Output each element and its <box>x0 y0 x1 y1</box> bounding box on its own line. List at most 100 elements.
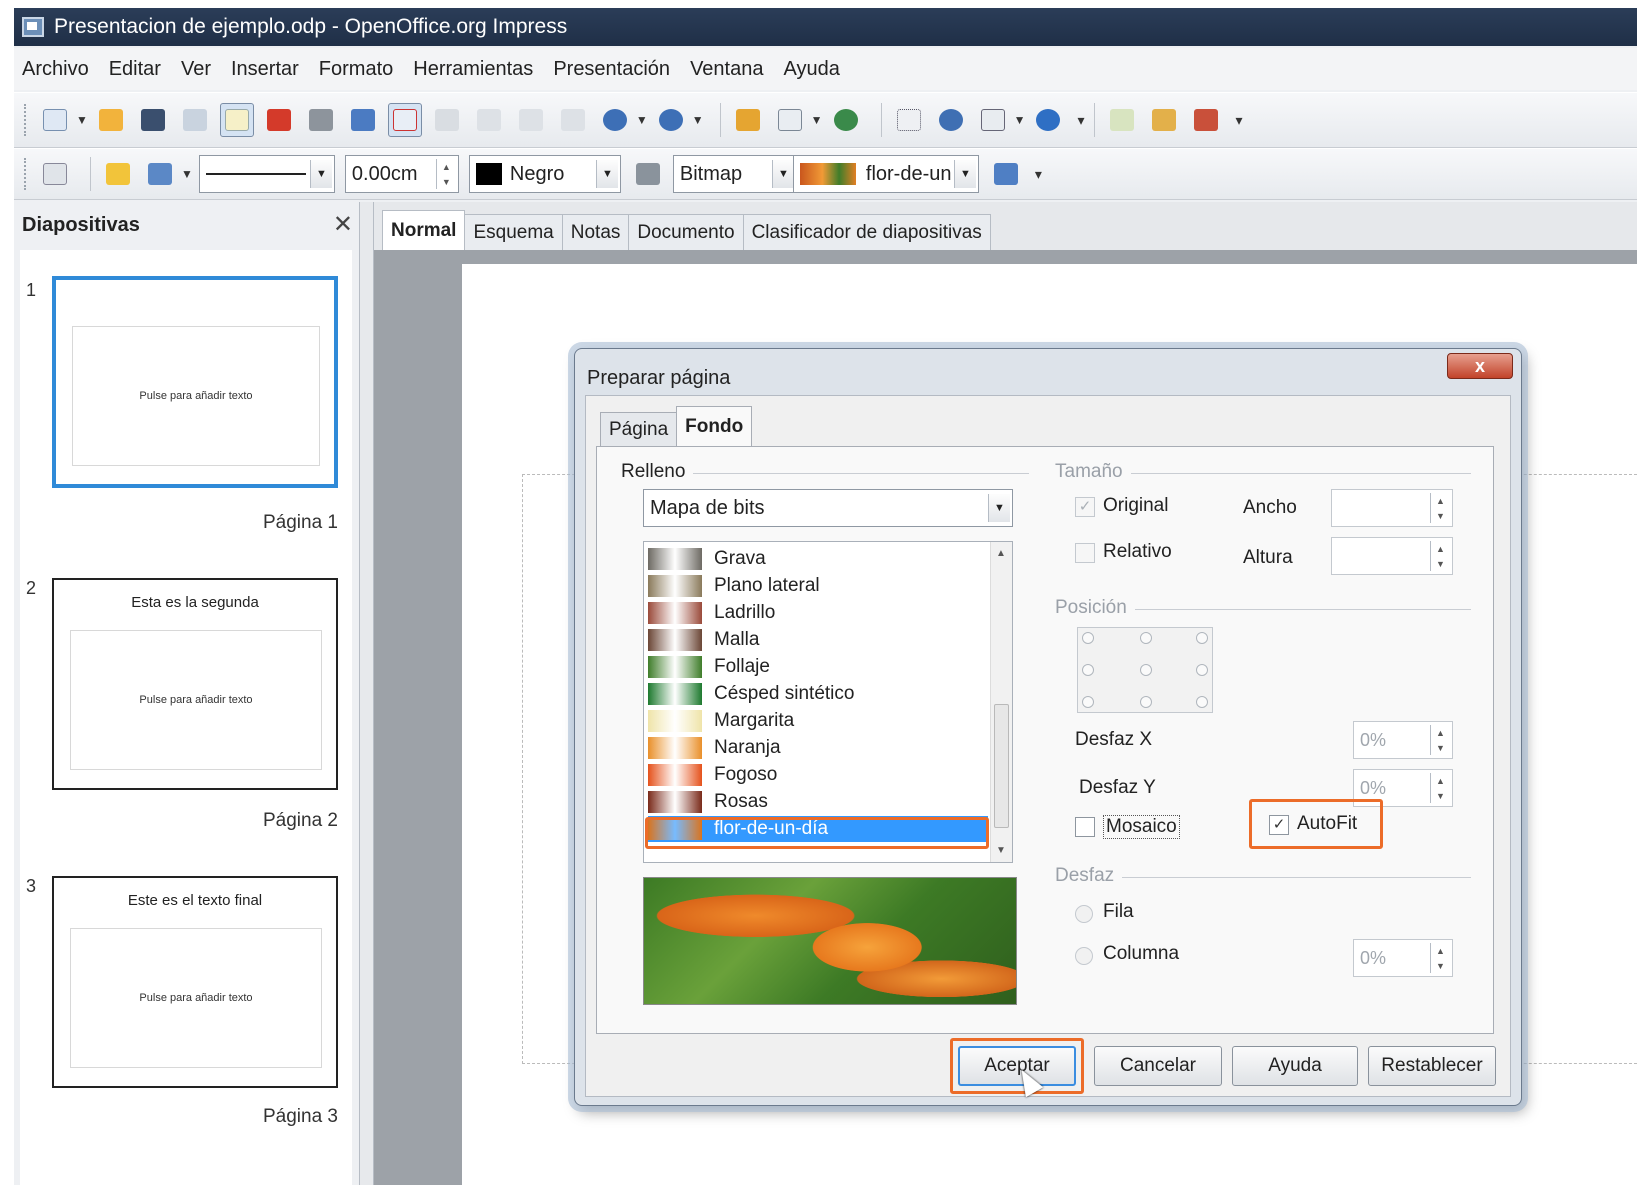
bitmap-list-item[interactable]: Rosas <box>648 789 988 815</box>
table-dropdown-icon[interactable]: ▼ <box>811 113 823 127</box>
menu-presentacion[interactable]: Presentación <box>553 58 670 81</box>
scroll-up-icon[interactable]: ▲ <box>996 548 1006 559</box>
spin-arrows-icon[interactable]: ▲ ▼ <box>435 159 456 189</box>
pane-splitter[interactable] <box>360 202 374 1185</box>
relative-checkbox[interactable] <box>1075 543 1095 563</box>
tab-documento[interactable]: Documento <box>628 214 744 250</box>
bitmap-list-item[interactable]: Ladrillo <box>648 600 988 626</box>
bitmap-list-item[interactable]: Fogoso <box>648 762 988 788</box>
hyperlink-button[interactable] <box>829 103 863 137</box>
spin-arrows-icon[interactable]: ▲ ▼ <box>1430 943 1450 973</box>
row-radio[interactable] <box>1075 905 1093 923</box>
list-scrollbar[interactable]: ▲ ▼ <box>990 542 1012 862</box>
print-button[interactable] <box>304 103 338 137</box>
menu-herramientas[interactable]: Herramientas <box>413 58 533 81</box>
styles-button[interactable] <box>38 157 72 191</box>
undo-button[interactable] <box>598 103 632 137</box>
navigator-button[interactable] <box>934 103 968 137</box>
chevron-down-icon[interactable]: ▼ <box>953 160 976 188</box>
spin-arrows-icon[interactable]: ▲ ▼ <box>1430 725 1450 755</box>
scroll-thumb[interactable] <box>994 704 1009 828</box>
area-button[interactable] <box>631 157 665 191</box>
fill-type-select[interactable]: Mapa de bits ▼ <box>643 489 1013 527</box>
menu-ver[interactable]: Ver <box>181 58 211 81</box>
toolbar-grip[interactable] <box>24 158 28 190</box>
close-icon[interactable]: ✕ <box>333 210 353 239</box>
column-offset-field[interactable]: 0% ▲ ▼ <box>1353 939 1453 977</box>
position-selector[interactable] <box>1077 627 1213 713</box>
toolbar-overflow-icon[interactable]: ▾ <box>1077 112 1084 129</box>
bitmap-list-item[interactable]: Plano lateral <box>648 573 988 599</box>
tab-notas[interactable]: Notas <box>561 214 630 250</box>
chevron-down-icon[interactable]: ▼ <box>309 160 332 188</box>
line-color-select[interactable]: Negro ▼ <box>468 155 621 193</box>
line-style-select[interactable]: ▼ <box>198 155 335 193</box>
spin-arrows-icon[interactable]: ▲ ▼ <box>1430 773 1450 803</box>
cut-button[interactable] <box>430 103 464 137</box>
width-field[interactable]: ▲ ▼ <box>1331 489 1453 527</box>
menu-ventana[interactable]: Ventana <box>690 58 763 81</box>
zoom-button[interactable] <box>976 103 1010 137</box>
copy-button[interactable] <box>472 103 506 137</box>
scroll-down-icon[interactable]: ▼ <box>996 845 1006 856</box>
slideshow-button[interactable] <box>1189 103 1223 137</box>
redo-dropdown-icon[interactable]: ▼ <box>692 113 704 127</box>
line-button[interactable] <box>101 157 135 191</box>
offset-x-field[interactable]: 0% ▲ ▼ <box>1353 721 1453 759</box>
spin-arrows-icon[interactable]: ▲ ▼ <box>1430 541 1450 571</box>
bitmap-list-item[interactable]: Césped sintético <box>648 681 988 707</box>
menu-insertar[interactable]: Insertar <box>231 58 299 81</box>
edit-mode-button[interactable] <box>219 103 254 137</box>
bitmap-list-item[interactable]: Malla <box>648 627 988 653</box>
bitmap-list-item[interactable]: Naranja <box>648 735 988 761</box>
menu-formato[interactable]: Formato <box>319 58 393 81</box>
new-dropdown-icon[interactable]: ▼ <box>76 113 88 127</box>
undo-dropdown-icon[interactable]: ▼ <box>636 113 648 127</box>
table-button[interactable] <box>773 103 807 137</box>
chevron-down-icon[interactable]: ▼ <box>988 494 1010 522</box>
column-radio[interactable] <box>1075 947 1093 965</box>
arrow-style-button[interactable] <box>143 157 177 191</box>
paste-button[interactable] <box>514 103 548 137</box>
tab-pagina[interactable]: Página <box>600 412 678 446</box>
shadow-button[interactable] <box>989 157 1023 191</box>
height-field[interactable]: ▲ ▼ <box>1331 537 1453 575</box>
bitmap-list-item[interactable]: Grava <box>648 546 988 572</box>
position-point[interactable] <box>1196 632 1208 644</box>
slide-thumbnail-2[interactable]: Esta es la segunda Pulse para añadir tex… <box>52 578 338 790</box>
cancel-button[interactable]: Cancelar <box>1094 1046 1222 1086</box>
position-point[interactable] <box>1082 632 1094 644</box>
save-button[interactable] <box>136 103 170 137</box>
spellcheck-button[interactable] <box>346 103 380 137</box>
menu-ayuda[interactable]: Ayuda <box>783 58 839 81</box>
email-button[interactable] <box>178 103 212 137</box>
toolbar-overflow-icon[interactable]: ▾ <box>1035 166 1042 183</box>
original-checkbox[interactable]: ✓ <box>1075 497 1095 517</box>
tile-checkbox[interactable] <box>1075 817 1095 837</box>
help-button[interactable]: Ayuda <box>1232 1046 1358 1086</box>
autospellcheck-button[interactable] <box>387 103 422 137</box>
menu-editar[interactable]: Editar <box>109 58 161 81</box>
slide-button[interactable] <box>1105 103 1139 137</box>
tab-clasificador[interactable]: Clasificador de diapositivas <box>742 214 991 250</box>
tab-fondo[interactable]: Fondo <box>676 406 753 446</box>
slide-thumbnail-3[interactable]: Este es el texto final Pulse para añadir… <box>52 876 338 1088</box>
position-point[interactable] <box>1140 696 1152 708</box>
arrow-style-dropdown-icon[interactable]: ▼ <box>181 167 193 181</box>
line-width-field[interactable]: 0.00cm ▲ ▼ <box>344 155 459 193</box>
tab-esquema[interactable]: Esquema <box>464 214 563 250</box>
chevron-down-icon[interactable]: ▼ <box>595 160 618 188</box>
bitmap-list-item[interactable]: Margarita <box>648 708 988 734</box>
reset-button[interactable]: Restablecer <box>1368 1046 1496 1086</box>
autofit-checkbox[interactable]: ✓ <box>1269 815 1289 835</box>
toolbar-overflow-icon[interactable]: ▾ <box>1235 112 1242 129</box>
chevron-down-icon[interactable]: ▼ <box>771 160 794 188</box>
position-point[interactable] <box>1196 696 1208 708</box>
position-point[interactable] <box>1140 632 1152 644</box>
menu-archivo[interactable]: Archivo <box>22 58 89 81</box>
position-point[interactable] <box>1140 664 1152 676</box>
slide-design-button[interactable] <box>1147 103 1181 137</box>
chart-button[interactable] <box>731 103 765 137</box>
bitmap-select[interactable]: flor-de-un ▼ <box>792 155 979 193</box>
slide-thumbnail-1[interactable]: Pulse para añadir texto <box>52 276 338 488</box>
